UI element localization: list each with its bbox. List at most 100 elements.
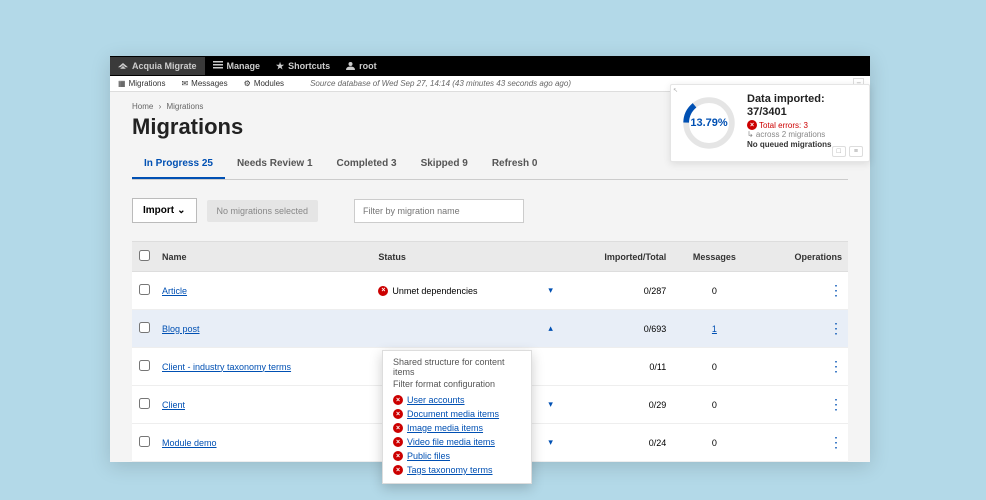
messages-count: 0 — [712, 400, 717, 410]
error-icon: × — [393, 465, 403, 475]
nav-migrations[interactable]: ▦ Migrations — [110, 77, 173, 90]
import-button[interactable]: Import ⌄ — [132, 198, 197, 223]
col-messages[interactable]: Messages — [672, 242, 756, 272]
nav-modules[interactable]: ⚙ Modules — [236, 77, 292, 90]
tab-needs-review[interactable]: Needs Review 1 — [225, 150, 325, 179]
migration-name-link[interactable]: Blog post — [162, 324, 200, 334]
imported-cell: 0/11 — [559, 348, 672, 386]
row-operations-menu[interactable]: ⋮ — [829, 282, 842, 298]
dropdown-item-label: Public files — [407, 451, 450, 461]
dropdown-item[interactable]: × Video file media items — [393, 435, 521, 449]
user-label: root — [359, 61, 377, 71]
dropdown-item[interactable]: × Document media items — [393, 407, 521, 421]
messages-link[interactable]: 1 — [712, 324, 717, 334]
action-toolbar: Import ⌄ No migrations selected — [132, 198, 848, 223]
menu-icon — [213, 61, 223, 71]
select-all-checkbox[interactable] — [139, 250, 150, 261]
row-operations-menu[interactable]: ⋮ — [829, 396, 842, 412]
manage-label: Manage — [227, 61, 261, 71]
error-icon: × — [393, 409, 403, 419]
imported-cell: 0/29 — [559, 386, 672, 424]
table-row: Blog post ▴ 0/693 1 ⋮ — [132, 310, 848, 348]
stats-title: Data imported: 37/3401 — [747, 93, 861, 119]
breadcrumb-sep: › — [159, 102, 162, 111]
row-checkbox[interactable] — [139, 284, 150, 295]
acquia-icon — [118, 62, 128, 70]
expand-toggle[interactable]: ▴ — [548, 323, 553, 334]
user-icon — [346, 61, 355, 72]
source-db-label: Source database of Wed Sep 27, 14:14 (43… — [310, 79, 571, 88]
stats-collapse-icon[interactable]: ↖ — [673, 87, 678, 94]
messages-count: 0 — [712, 438, 717, 448]
migration-name-link[interactable]: Module demo — [162, 438, 217, 448]
imported-cell: 0/693 — [559, 310, 672, 348]
messages-count: 0 — [712, 286, 717, 296]
dropdown-item-label: Video file media items — [407, 437, 495, 447]
selection-chip: No migrations selected — [207, 200, 319, 222]
tab-skipped[interactable]: Skipped 9 — [409, 150, 480, 179]
error-icon: × — [747, 120, 757, 130]
stats-action-1[interactable]: □ — [832, 146, 846, 157]
error-icon: × — [393, 395, 403, 405]
nav-messages-label: Messages — [191, 79, 227, 88]
row-operations-menu[interactable]: ⋮ — [829, 320, 842, 336]
status-text: Unmet dependencies — [392, 286, 477, 296]
breadcrumb-current: Migrations — [166, 102, 203, 111]
migration-name-link[interactable]: Article — [162, 286, 187, 296]
dropdown-item[interactable]: × User accounts — [393, 393, 521, 407]
shortcuts-menu[interactable]: ★ Shortcuts — [268, 57, 338, 76]
stats-info: Data imported: 37/3401 × Total errors: 3… — [747, 93, 861, 153]
table-row: Article × Unmet dependencies ▾ 0/287 0 ⋮ — [132, 272, 848, 310]
filter-input[interactable] — [354, 199, 524, 223]
nav-migrations-label: Migrations — [129, 79, 166, 88]
dropdown-item-label: Image media items — [407, 423, 483, 433]
nav-messages[interactable]: ✉ Messages — [173, 77, 235, 90]
imported-cell: 0/287 — [559, 272, 672, 310]
dropdown-item[interactable]: ×Tags taxonomy terms — [393, 463, 521, 477]
grid-icon: ▦ — [118, 79, 126, 88]
dropdown-item-label: Document media items — [407, 409, 499, 419]
row-operations-menu[interactable]: ⋮ — [829, 434, 842, 450]
breadcrumb-home[interactable]: Home — [132, 102, 153, 111]
expand-toggle[interactable]: ▾ — [548, 437, 553, 448]
mail-icon: ✉ — [181, 79, 188, 88]
stats-action-2[interactable]: ≡ — [849, 146, 863, 157]
tab-completed[interactable]: Completed 3 — [325, 150, 409, 179]
stats-across: ↳ across 2 migrations — [747, 130, 861, 139]
migration-name-link[interactable]: Client — [162, 400, 185, 410]
messages-count: 0 — [712, 362, 717, 372]
dropdown-item[interactable]: ×Public files — [393, 449, 521, 463]
brand-logo[interactable]: Acquia Migrate — [110, 57, 205, 75]
tab-in-progress[interactable]: In Progress 25 — [132, 150, 225, 179]
manage-menu[interactable]: Manage — [205, 57, 269, 75]
error-icon: × — [378, 286, 388, 296]
row-checkbox[interactable] — [139, 436, 150, 447]
dropdown-heading: Shared structure for content items — [393, 357, 521, 377]
expand-toggle[interactable]: ▾ — [548, 285, 553, 296]
row-checkbox[interactable] — [139, 322, 150, 333]
dropdown-item-label: User accounts — [407, 395, 465, 405]
dropdown-item[interactable]: × Image media items — [393, 421, 521, 435]
col-status[interactable]: Status — [372, 242, 559, 272]
migration-name-link[interactable]: Client - industry taxonomy terms — [162, 362, 291, 372]
error-icon: × — [393, 423, 403, 433]
user-menu[interactable]: root — [338, 57, 385, 76]
row-checkbox[interactable] — [139, 360, 150, 371]
imported-cell: 0/24 — [559, 424, 672, 462]
error-icon: × — [393, 437, 403, 447]
dropdown-subheading: Filter format configuration — [393, 379, 521, 389]
chevron-down-icon: ⌄ — [177, 205, 185, 216]
row-checkbox[interactable] — [139, 398, 150, 409]
tab-refresh[interactable]: Refresh 0 — [480, 150, 550, 179]
col-name[interactable]: Name — [156, 242, 372, 272]
row-operations-menu[interactable]: ⋮ — [829, 358, 842, 374]
nav-modules-label: Modules — [254, 79, 284, 88]
expand-toggle[interactable]: ▾ — [548, 399, 553, 410]
brand-label: Acquia Migrate — [132, 61, 197, 71]
stats-errors[interactable]: × Total errors: 3 — [747, 120, 861, 130]
admin-toolbar: Acquia Migrate Manage ★ Shortcuts root — [110, 56, 870, 76]
stats-donut: 13.79% — [679, 93, 739, 153]
col-operations: Operations — [757, 242, 848, 272]
col-imported[interactable]: Imported/Total — [559, 242, 672, 272]
stats-card: ↖ 13.79% Data imported: 37/3401 × Total … — [670, 84, 870, 162]
